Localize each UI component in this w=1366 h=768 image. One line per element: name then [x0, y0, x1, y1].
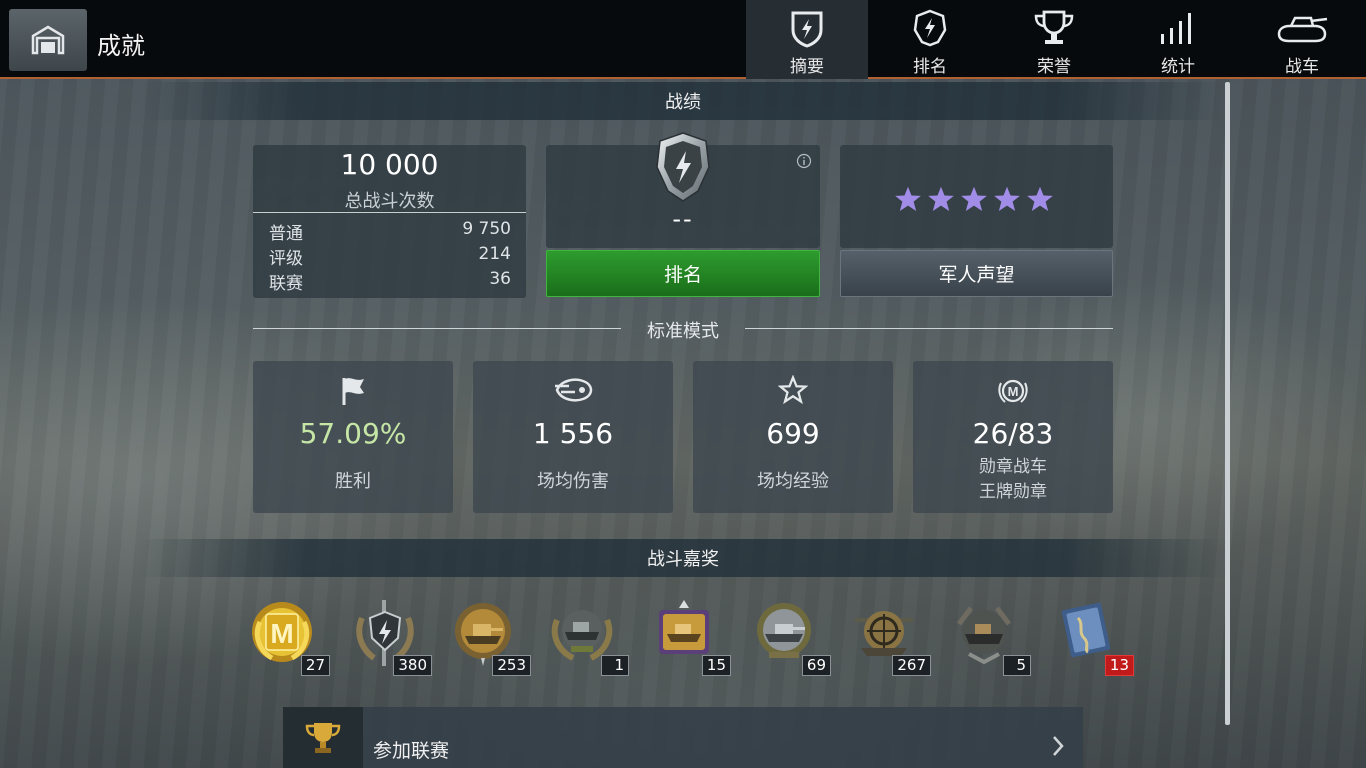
tank-icon: [1277, 16, 1328, 43]
tab-vehicles[interactable]: 战车: [1240, 0, 1364, 79]
medal-count: 27: [300, 655, 330, 676]
star-icon: [1027, 186, 1053, 212]
medal-count: 380: [393, 655, 432, 676]
medal-count: 69: [801, 655, 831, 676]
garage-home-button[interactable]: [9, 9, 87, 71]
mastery-badge-icon: M: [998, 379, 1028, 403]
top-tabs: 摘要 排名 荣誉 统计 战车: [746, 0, 1364, 79]
total-battles-panel: 10 000 总战斗次数 普通 9 750 评级 214 联赛 36: [253, 145, 526, 298]
svg-text:M: M: [1008, 384, 1019, 399]
total-battles-value: 10 000: [340, 148, 439, 181]
rank-panel: --: [546, 132, 820, 248]
stat-card-avg-damage: 1 556 场均伤害: [473, 361, 673, 513]
tab-statistics[interactable]: 统计: [1116, 0, 1240, 79]
medal-tank-purple[interactable]: 15: [651, 598, 731, 678]
reputation-panel: [840, 145, 1113, 248]
medal-tank-grey[interactable]: 69: [751, 598, 831, 678]
rank-button[interactable]: 排名: [546, 250, 820, 297]
awards-section-header: 战斗嘉奖: [140, 539, 1226, 577]
stat-label: 胜利: [335, 471, 371, 492]
stat-label: 场均经验: [757, 471, 829, 492]
shell-icon: [555, 378, 593, 402]
garage-icon: [31, 25, 65, 55]
stat-label-line2: 王牌勋章: [979, 482, 1047, 502]
record-section-header: 战绩: [140, 82, 1226, 120]
stat-value: 1 556: [532, 417, 614, 450]
star-icon: [994, 186, 1020, 212]
tab-label: 荣誉: [1037, 57, 1071, 77]
shield-bolt-icon: [791, 11, 823, 48]
join-tournament-row[interactable]: 参加联赛: [283, 707, 1083, 768]
stat-label: 场均伤害: [537, 471, 609, 492]
section-title: 战绩: [665, 92, 701, 113]
breakdown-value: 9 750: [462, 219, 511, 239]
stat-value: 26/83: [972, 417, 1054, 450]
star-icon: [895, 186, 921, 212]
svg-text:M: M: [270, 618, 293, 649]
divider-right: [745, 328, 1113, 329]
divider: [253, 212, 526, 213]
breakdown-row-normal: 普通 9 750: [269, 219, 511, 244]
rank-value: --: [672, 205, 694, 233]
breakdown-label: 联赛: [269, 274, 303, 294]
medal-blueprint[interactable]: 13: [1054, 598, 1134, 678]
star-icon: [778, 375, 808, 405]
breakdown-row-rated: 评级 214: [269, 244, 511, 269]
stat-card-avg-xp: 699 场均经验: [693, 361, 893, 513]
rank-badge-icon: [913, 9, 947, 47]
medal-count: 253: [492, 655, 531, 676]
scrollbar[interactable]: [1225, 82, 1230, 725]
stat-value: 57.09%: [299, 417, 407, 450]
breakdown-label: 普通: [269, 224, 303, 244]
tab-label: 统计: [1161, 57, 1195, 77]
top-bar: 成就 摘要 排名 荣誉 统计 战车: [0, 0, 1366, 79]
breakdown-value: 36: [489, 269, 511, 289]
tab-rank[interactable]: 排名: [868, 0, 992, 79]
page-title: 成就: [97, 32, 145, 60]
stat-value: 699: [766, 417, 820, 450]
stat-card-win-rate: 57.09% 胜利: [253, 361, 453, 513]
reputation-stars: [894, 185, 1054, 213]
reputation-button[interactable]: 军人声望: [840, 250, 1113, 297]
medal-tank-laurel[interactable]: 1: [549, 598, 629, 678]
medal-count: 15: [701, 655, 731, 676]
rank-shield-icon: [656, 132, 710, 202]
standard-mode-title: 标准模式: [647, 321, 719, 342]
star-icon: [961, 186, 987, 212]
medal-mastery[interactable]: M 27: [250, 598, 330, 678]
tab-label: 战车: [1285, 57, 1319, 77]
breakdown-label: 评级: [269, 249, 303, 269]
medal-count: 267: [892, 655, 931, 676]
medal-count: 13: [1104, 655, 1134, 676]
medal-count: 1: [601, 655, 629, 676]
flag-icon: [342, 378, 364, 405]
divider-left: [253, 328, 621, 329]
info-icon[interactable]: [796, 153, 812, 169]
bar-stats-icon: [1161, 13, 1191, 44]
tournament-label: 参加联赛: [373, 740, 450, 762]
stat-label-line1: 勋章战车: [979, 457, 1047, 477]
stat-card-mastery: M 26/83 勋章战车 王牌勋章: [913, 361, 1113, 513]
medal-tank-gold[interactable]: 253: [451, 598, 531, 678]
section-title: 战斗嘉奖: [647, 549, 719, 570]
tab-summary[interactable]: 摘要: [746, 0, 868, 79]
trophy-icon: [1034, 10, 1074, 44]
trophy-icon: [305, 722, 341, 753]
tab-label: 摘要: [790, 57, 824, 77]
medal-crosshair[interactable]: 267: [851, 598, 931, 678]
medal-sword-shield[interactable]: 380: [352, 598, 432, 678]
breakdown-value: 214: [478, 244, 511, 264]
chevron-right-icon: [1053, 736, 1064, 756]
star-icon: [928, 186, 954, 212]
medal-tank-dark[interactable]: 5: [951, 598, 1031, 678]
tab-honors[interactable]: 荣誉: [992, 0, 1116, 79]
tournament-icon-box: [283, 707, 363, 768]
breakdown-row-league: 联赛 36: [269, 269, 511, 294]
medal-count: 5: [1003, 655, 1031, 676]
stat-label: 勋章战车 王牌勋章: [913, 455, 1113, 505]
tab-label: 排名: [913, 57, 947, 77]
total-battles-label: 总战斗次数: [344, 191, 435, 212]
